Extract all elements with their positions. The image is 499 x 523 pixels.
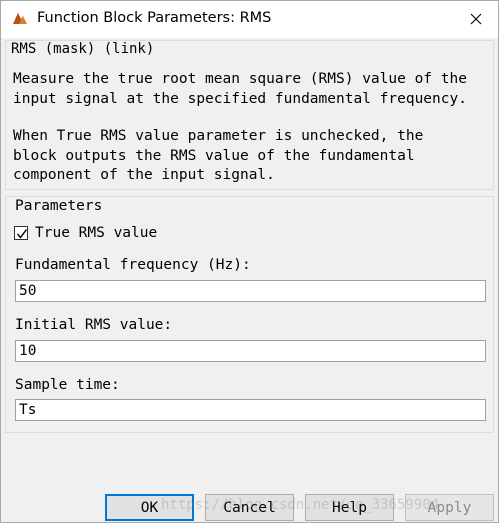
- close-icon: [470, 10, 482, 29]
- simulink-icon: [11, 10, 29, 28]
- sample-time-field[interactable]: Ts: [15, 399, 486, 421]
- help-button[interactable]: Help: [305, 494, 394, 521]
- fundamental-frequency-label: Fundamental frequency (Hz):: [15, 257, 251, 273]
- description-line: Measure the true root mean square (RMS) …: [13, 71, 467, 87]
- fundamental-frequency-field[interactable]: 50: [15, 280, 486, 302]
- cancel-button[interactable]: Cancel: [205, 494, 294, 521]
- description-line: input signal at the specified fundamenta…: [13, 91, 467, 107]
- description-line: component of the input signal.: [13, 167, 275, 183]
- initial-rms-label: Initial RMS value:: [15, 317, 173, 333]
- sample-time-label: Sample time:: [15, 377, 120, 393]
- true-rms-label[interactable]: True RMS value: [35, 225, 157, 241]
- true-rms-checkbox[interactable]: [14, 226, 28, 240]
- watermark: https://blog.csdn.net/qq_33659904: [161, 497, 440, 513]
- close-button[interactable]: [453, 1, 498, 38]
- dialog-window: Function Block Parameters: RMS RMS (mask…: [0, 0, 499, 523]
- apply-button[interactable]: Apply: [405, 494, 494, 521]
- description-line: block outputs the RMS value of the funda…: [13, 148, 415, 164]
- initial-rms-field[interactable]: 10: [15, 340, 486, 362]
- parameters-legend: Parameters: [15, 198, 103, 214]
- mask-legend: RMS (mask) (link): [11, 41, 155, 57]
- ok-button[interactable]: OK: [105, 494, 194, 521]
- checkmark-icon: [16, 229, 28, 239]
- window-title: Function Block Parameters: RMS: [37, 10, 272, 26]
- description-line: When True RMS value parameter is uncheck…: [13, 128, 424, 144]
- title-bar[interactable]: Function Block Parameters: RMS: [1, 1, 498, 38]
